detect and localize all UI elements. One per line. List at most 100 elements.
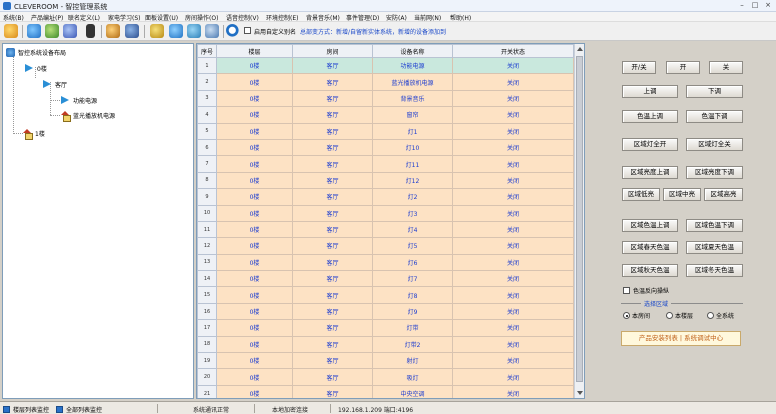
cell-device-name[interactable]: 灯1: [372, 122, 453, 140]
cell-room[interactable]: 客厅: [292, 73, 373, 91]
cell-switch-status[interactable]: 关闭: [452, 138, 574, 157]
cell-index[interactable]: 18: [197, 335, 217, 354]
cell-device-name[interactable]: 灯10: [372, 138, 453, 157]
magnifier-tool-icon[interactable]: [150, 24, 164, 38]
cell-switch-status[interactable]: 关闭: [452, 352, 574, 370]
group-tool-icon[interactable]: [187, 24, 201, 38]
computer-tool-icon[interactable]: [205, 24, 219, 38]
cell-device-name[interactable]: 蓝光播放机电源: [372, 73, 453, 91]
cell-switch-status[interactable]: 关闭: [452, 122, 574, 140]
cell-floor[interactable]: 0楼: [216, 286, 293, 304]
cell-device-name[interactable]: 吸灯: [372, 368, 453, 386]
cell-index[interactable]: 7: [197, 155, 217, 173]
cell-floor[interactable]: 0楼: [216, 204, 293, 222]
cell-index[interactable]: 3: [197, 89, 217, 108]
minimize-button[interactable]: –: [736, 1, 748, 10]
cell-floor[interactable]: 0楼: [216, 171, 293, 190]
cell-switch-status[interactable]: 关闭: [452, 204, 574, 222]
cell-switch-status[interactable]: 关闭: [452, 319, 574, 337]
cell-room[interactable]: 客厅: [292, 253, 373, 272]
cell-device-name[interactable]: 功能电源: [372, 56, 453, 75]
menu-alias[interactable]: 联名定义(L): [68, 13, 100, 22]
summer-color-button[interactable]: 区域夏天色温: [686, 241, 743, 254]
cell-room[interactable]: 客厅: [292, 220, 373, 239]
cell-floor[interactable]: 0楼: [216, 302, 293, 321]
menu-appliance-learn[interactable]: 家电学习(S): [108, 13, 141, 22]
table-row[interactable]: 1 0楼 客厅 功能电源 关闭: [197, 56, 574, 75]
table-row[interactable]: 3 0楼 客厅 背景音乐 关闭: [197, 89, 574, 108]
cell-index[interactable]: 13: [197, 253, 217, 272]
cell-switch-status[interactable]: 关闭: [452, 368, 574, 386]
cell-floor[interactable]: 0楼: [216, 89, 293, 108]
cell-index[interactable]: 20: [197, 368, 217, 386]
cell-switch-status[interactable]: 关闭: [452, 106, 574, 124]
cell-device-name[interactable]: 灯11: [372, 155, 453, 173]
menu-panel-settings[interactable]: 面板设置(U): [145, 13, 178, 22]
cell-device-name[interactable]: 灯3: [372, 204, 453, 222]
install-debug-link[interactable]: 产品安装列表 | 系统调试中心: [621, 331, 741, 346]
table-row[interactable]: 17 0楼 客厅 灯带 关闭: [197, 319, 574, 337]
cell-floor[interactable]: 0楼: [216, 73, 293, 91]
table-row[interactable]: 7 0楼 客厅 灯11 关闭: [197, 155, 574, 173]
cell-device-name[interactable]: 灯7: [372, 270, 453, 288]
cell-room[interactable]: 客厅: [292, 335, 373, 354]
radio-all-system[interactable]: 全系统: [707, 311, 734, 320]
cell-switch-status[interactable]: 关闭: [452, 253, 574, 272]
menu-room-ops[interactable]: 房间操作(O): [185, 13, 218, 22]
globe-tool-icon[interactable]: [27, 24, 41, 38]
table-row[interactable]: 4 0楼 客厅 窗帘 关闭: [197, 106, 574, 124]
cell-index[interactable]: 10: [197, 204, 217, 222]
zone-mid-button[interactable]: 区域中亮: [663, 188, 701, 201]
menu-security[interactable]: 安防(A): [386, 13, 407, 22]
users-tool-icon[interactable]: [169, 24, 183, 38]
cell-floor[interactable]: 0楼: [216, 352, 293, 370]
zone-high-button[interactable]: 区域高亮: [704, 188, 743, 201]
cell-room[interactable]: 客厅: [292, 302, 373, 321]
close-button[interactable]: ×: [762, 1, 774, 10]
cell-device-name[interactable]: 灯6: [372, 253, 453, 272]
menu-product-address[interactable]: 产品编址(P): [31, 13, 63, 22]
cell-floor[interactable]: 0楼: [216, 188, 293, 206]
winter-color-button[interactable]: 区域冬天色温: [686, 264, 743, 277]
reverse-color-checkbox-row[interactable]: 色温反向操纵: [623, 286, 669, 295]
tree-device-2[interactable]: 蓝光播放机电源: [61, 110, 115, 122]
cell-switch-status[interactable]: 关闭: [452, 270, 574, 288]
cell-room[interactable]: 客厅: [292, 155, 373, 173]
cell-switch-status[interactable]: 关闭: [452, 89, 574, 108]
on-button[interactable]: 开: [666, 61, 700, 74]
cell-index[interactable]: 16: [197, 302, 217, 321]
scroll-thumb[interactable]: [576, 56, 583, 382]
cell-index[interactable]: 21: [197, 384, 217, 398]
menu-voice[interactable]: 语音控制(V): [226, 13, 259, 22]
header-room[interactable]: 房间: [292, 44, 373, 58]
cell-device-name[interactable]: 灯9: [372, 302, 453, 321]
cell-room[interactable]: 客厅: [292, 368, 373, 386]
radio-this-room[interactable]: 本房间: [623, 311, 650, 320]
cell-index[interactable]: 5: [197, 122, 217, 140]
cell-device-name[interactable]: 灯12: [372, 171, 453, 190]
cell-floor[interactable]: 0楼: [216, 368, 293, 386]
cell-floor[interactable]: 0楼: [216, 155, 293, 173]
status-tab-floor-list[interactable]: 楼层列表监控: [3, 404, 49, 414]
table-row[interactable]: 2 0楼 客厅 蓝光播放机电源 关闭: [197, 73, 574, 91]
cell-index[interactable]: 15: [197, 286, 217, 304]
table-row[interactable]: 9 0楼 客厅 灯2 关闭: [197, 188, 574, 206]
menu-help[interactable]: 帮助(H): [450, 13, 471, 22]
menu-environment[interactable]: 环境控制(E): [266, 13, 298, 22]
cell-index[interactable]: 14: [197, 270, 217, 288]
cell-floor[interactable]: 0楼: [216, 237, 293, 255]
cell-room[interactable]: 客厅: [292, 138, 373, 157]
cell-floor[interactable]: 0楼: [216, 138, 293, 157]
cell-room[interactable]: 客厅: [292, 106, 373, 124]
table-row[interactable]: 8 0楼 客厅 灯12 关闭: [197, 171, 574, 190]
key-tool-icon[interactable]: [106, 24, 120, 38]
cell-switch-status[interactable]: 关闭: [452, 302, 574, 321]
cell-floor[interactable]: 0楼: [216, 122, 293, 140]
cell-device-name[interactable]: 灯4: [372, 220, 453, 239]
table-row[interactable]: 12 0楼 客厅 灯5 关闭: [197, 237, 574, 255]
zone-color-down-button[interactable]: 区域色温下调: [686, 219, 743, 232]
search-icon[interactable]: [226, 24, 240, 38]
table-scrollbar[interactable]: [574, 44, 584, 398]
scroll-up-icon[interactable]: [577, 47, 583, 51]
radio-dot[interactable]: [666, 312, 673, 319]
